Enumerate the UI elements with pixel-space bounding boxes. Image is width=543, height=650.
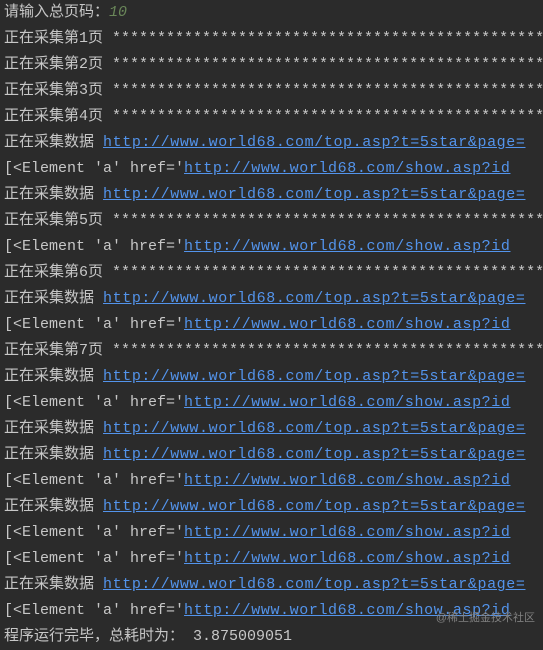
console-line: [<Element 'a' href='http://www.world68.c… [0,520,543,546]
url-link[interactable]: http://www.world68.com/show.asp?id [184,602,510,619]
url-link[interactable]: http://www.world68.com/top.asp?t=5star&p… [103,576,525,593]
console-line: 正在采集数据 http://www.world68.com/top.asp?t=… [0,442,543,468]
console-line: [<Element 'a' href='http://www.world68.c… [0,156,543,182]
elapsed-time: 3.875009051 [193,628,292,645]
element-prefix: [<Element 'a' href=' [4,602,184,619]
console-line: 正在采集数据 http://www.world68.com/top.asp?t=… [0,364,543,390]
console-line: 正在采集第7页 ********************************… [0,338,543,364]
console-line: 正在采集第5页 ********************************… [0,208,543,234]
url-link[interactable]: http://www.world68.com/top.asp?t=5star&p… [103,290,525,307]
collect-label: 正在采集数据 [4,420,103,437]
url-link[interactable]: http://www.world68.com/top.asp?t=5star&p… [103,446,525,463]
element-prefix: [<Element 'a' href=' [4,524,184,541]
url-link[interactable]: http://www.world68.com/show.asp?id [184,524,510,541]
console-line: 正在采集第4页 ********************************… [0,104,543,130]
collect-label: 正在采集数据 [4,576,103,593]
console-line: 正在采集数据 http://www.world68.com/top.asp?t=… [0,494,543,520]
page-label: 正在采集第1页 [4,30,112,47]
console-line: 正在采集第3页 ********************************… [0,78,543,104]
url-link[interactable]: http://www.world68.com/top.asp?t=5star&p… [103,498,525,515]
collect-label: 正在采集数据 [4,498,103,515]
console-line: 正在采集数据 http://www.world68.com/top.asp?t=… [0,182,543,208]
element-prefix: [<Element 'a' href=' [4,316,184,333]
page-label: 正在采集第5页 [4,212,112,229]
url-link[interactable]: http://www.world68.com/show.asp?id [184,160,510,177]
console-line: 正在采集数据 http://www.world68.com/top.asp?t=… [0,286,543,312]
finish-label: 程序运行完毕，总耗时为： [4,628,193,645]
console-line: [<Element 'a' href='http://www.world68.c… [0,312,543,338]
url-link[interactable]: http://www.world68.com/top.asp?t=5star&p… [103,134,525,151]
url-link[interactable]: http://www.world68.com/show.asp?id [184,238,510,255]
url-link[interactable]: http://www.world68.com/show.asp?id [184,550,510,567]
page-label: 正在采集第7页 [4,342,112,359]
element-prefix: [<Element 'a' href=' [4,394,184,411]
prompt-input: 10 [109,4,127,21]
element-prefix: [<Element 'a' href=' [4,160,184,177]
console-line: 正在采集数据 http://www.world68.com/top.asp?t=… [0,416,543,442]
page-label: 正在采集第4页 [4,108,112,125]
prompt-label: 请输入总页码： [4,4,109,21]
console-line: 程序运行完毕，总耗时为： 3.875009051 [0,624,543,650]
console-line: 正在采集第2页 ********************************… [0,52,543,78]
stars: ****************************************… [112,108,543,125]
stars: ****************************************… [112,56,543,73]
url-link[interactable]: http://www.world68.com/show.asp?id [184,394,510,411]
collect-label: 正在采集数据 [4,368,103,385]
collect-label: 正在采集数据 [4,186,103,203]
stars: ****************************************… [112,82,543,99]
page-label: 正在采集第6页 [4,264,112,281]
element-prefix: [<Element 'a' href=' [4,550,184,567]
console-line: [<Element 'a' href='http://www.world68.c… [0,234,543,260]
console-line: 正在采集第6页 ********************************… [0,260,543,286]
url-link[interactable]: http://www.world68.com/top.asp?t=5star&p… [103,368,525,385]
url-link[interactable]: http://www.world68.com/top.asp?t=5star&p… [103,420,525,437]
stars: ****************************************… [112,264,543,281]
stars: ****************************************… [112,30,543,47]
element-prefix: [<Element 'a' href=' [4,472,184,489]
url-link[interactable]: http://www.world68.com/show.asp?id [184,472,510,489]
console-line: [<Element 'a' href='http://www.world68.c… [0,598,543,624]
console-line: [<Element 'a' href='http://www.world68.c… [0,468,543,494]
url-link[interactable]: http://www.world68.com/show.asp?id [184,316,510,333]
console-line: [<Element 'a' href='http://www.world68.c… [0,546,543,572]
console-line: 请输入总页码：10 [0,0,543,26]
collect-label: 正在采集数据 [4,134,103,151]
page-label: 正在采集第2页 [4,56,112,73]
console-line: [<Element 'a' href='http://www.world68.c… [0,390,543,416]
console-output: 请输入总页码：10正在采集第1页 ***********************… [0,0,543,650]
collect-label: 正在采集数据 [4,446,103,463]
console-line: 正在采集第1页 ********************************… [0,26,543,52]
stars: ****************************************… [112,212,543,229]
console-line: 正在采集数据 http://www.world68.com/top.asp?t=… [0,572,543,598]
element-prefix: [<Element 'a' href=' [4,238,184,255]
url-link[interactable]: http://www.world68.com/top.asp?t=5star&p… [103,186,525,203]
console-line: 正在采集数据 http://www.world68.com/top.asp?t=… [0,130,543,156]
stars: ****************************************… [112,342,543,359]
collect-label: 正在采集数据 [4,290,103,307]
page-label: 正在采集第3页 [4,82,112,99]
